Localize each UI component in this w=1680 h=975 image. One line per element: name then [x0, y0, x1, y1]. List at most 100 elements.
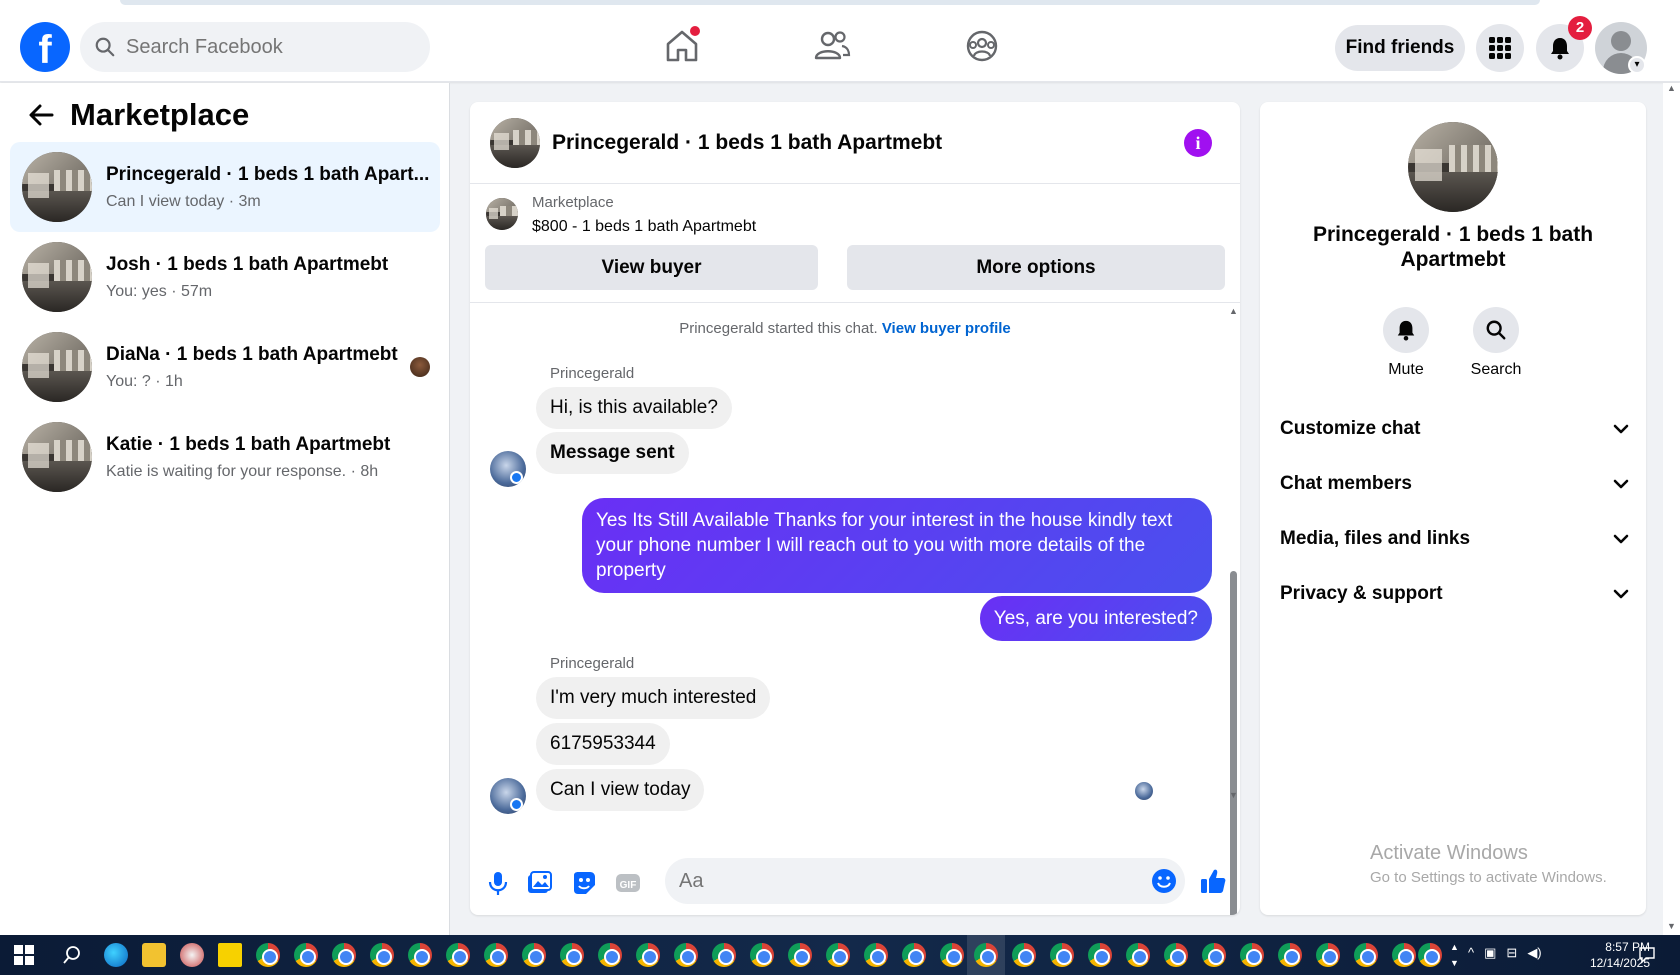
chrome-icon[interactable]: [484, 943, 508, 967]
back-arrow-icon[interactable]: [26, 100, 56, 130]
home-tab[interactable]: [662, 26, 702, 64]
message-input[interactable]: [665, 858, 1185, 904]
chat-profile-picture[interactable]: [1408, 122, 1498, 212]
taskbar-overflow-arrows[interactable]: ▲ ▼: [1450, 939, 1459, 971]
chrome-icon[interactable]: [1354, 943, 1378, 967]
taskbar-search-icon[interactable]: [62, 945, 82, 965]
listing-thumbnail: [22, 242, 92, 312]
conversation-item[interactable]: Katie · 1 beds 1 bath Apartmebt Katie is…: [10, 412, 440, 502]
incoming-message[interactable]: Hi, is this available?: [536, 387, 732, 429]
chrome-icon[interactable]: [1088, 943, 1112, 967]
chrome-icon[interactable]: [598, 943, 622, 967]
conversation-item[interactable]: DiaNa · 1 beds 1 bath Apartmebt You: ? ·…: [10, 322, 440, 412]
emoji-icon[interactable]: [1151, 868, 1177, 894]
search-action[interactable]: Search: [1456, 307, 1536, 379]
volume-icon[interactable]: ◀): [1527, 945, 1541, 961]
chrome-icon[interactable]: [1418, 943, 1442, 967]
scroll-down-icon[interactable]: ▼: [1229, 790, 1238, 800]
privacy-support-section[interactable]: Privacy & support: [1280, 576, 1630, 612]
chrome-icon[interactable]: [940, 943, 964, 967]
chrome-icon[interactable]: [294, 943, 318, 967]
chrome-icon[interactable]: [674, 943, 698, 967]
sender-name: Princegerald: [550, 365, 635, 382]
scroll-up-icon[interactable]: ▲: [1229, 306, 1238, 316]
chrome-icon[interactable]: [864, 943, 888, 967]
listing-summary[interactable]: Marketplace $800 - 1 beds 1 bath Apartme…: [486, 194, 756, 236]
chrome-icon[interactable]: [1012, 943, 1036, 967]
chrome-icon[interactable]: [974, 943, 998, 967]
chrome-icon[interactable]: [332, 943, 356, 967]
incoming-message[interactable]: 6175953344: [536, 723, 670, 765]
incoming-message[interactable]: Can I view today: [536, 769, 705, 811]
chrome-icon[interactable]: [750, 943, 774, 967]
conversation-name: DiaNa · 1 beds 1 bath Apartmebt: [106, 343, 398, 365]
scroll-down-icon[interactable]: ▼: [1667, 921, 1676, 931]
incoming-message[interactable]: Message sent: [536, 432, 689, 474]
chat-title[interactable]: Princegerald · 1 beds 1 bath Apartmebt: [552, 131, 942, 155]
chrome-icon[interactable]: [636, 943, 660, 967]
edge-icon[interactable]: [104, 943, 128, 967]
sender-avatar[interactable]: [490, 451, 526, 487]
more-options-button[interactable]: More options: [847, 245, 1225, 290]
info-icon[interactable]: i: [1184, 129, 1212, 157]
mute-action[interactable]: Mute: [1366, 307, 1446, 379]
chrome-icon[interactable]: [1278, 943, 1302, 967]
taskbar-clock[interactable]: 8:57 PM 12/14/2025: [1560, 939, 1650, 971]
page-scrollbar[interactable]: ▲ ▼: [1663, 83, 1680, 935]
facebook-logo[interactable]: f: [20, 22, 70, 72]
customize-chat-section[interactable]: Customize chat: [1280, 411, 1630, 447]
chrome-icon[interactable]: [712, 943, 736, 967]
tray-chevron-up-icon[interactable]: ^: [1468, 945, 1474, 961]
chrome-icon[interactable]: [902, 943, 926, 967]
file-explorer-icon[interactable]: [142, 943, 166, 967]
chrome-icon[interactable]: [370, 943, 394, 967]
chrome-icon[interactable]: [256, 943, 280, 967]
menu-button[interactable]: [1476, 24, 1524, 72]
chrome-icon[interactable]: [1316, 943, 1340, 967]
chrome-icon[interactable]: [1126, 943, 1150, 967]
incoming-message[interactable]: I'm very much interested: [536, 677, 771, 719]
chrome-icon[interactable]: [1202, 943, 1226, 967]
chrome-icon[interactable]: [408, 943, 432, 967]
chrome-icon[interactable]: [560, 943, 584, 967]
gif-icon[interactable]: GIF: [614, 869, 642, 897]
view-buyer-button[interactable]: View buyer: [485, 245, 818, 290]
thumbs-up-icon[interactable]: [1198, 866, 1228, 896]
sticker-icon[interactable]: [570, 869, 598, 897]
outgoing-message[interactable]: Yes Its Still Available Thanks for your …: [582, 498, 1212, 593]
chrome-icon[interactable]: [1164, 943, 1188, 967]
outgoing-message[interactable]: Yes, are you interested?: [979, 596, 1212, 641]
chat-avatar[interactable]: [490, 117, 540, 168]
chrome-icon[interactable]: [446, 943, 470, 967]
sender-avatar[interactable]: [490, 778, 526, 814]
photo-icon[interactable]: [525, 869, 553, 897]
action-center-icon[interactable]: [1638, 946, 1656, 964]
conversation-item[interactable]: Josh · 1 beds 1 bath Apartmebt You: yes …: [10, 232, 440, 322]
search-in-chat-button[interactable]: [1473, 307, 1519, 353]
search-input[interactable]: [126, 35, 406, 59]
sticky-notes-icon[interactable]: [218, 943, 242, 967]
chrome-icon[interactable]: [1050, 943, 1074, 967]
scroll-up-icon[interactable]: ▲: [1667, 83, 1676, 93]
chrome-icon[interactable]: [826, 943, 850, 967]
microphone-icon[interactable]: [484, 869, 512, 897]
chrome-icon[interactable]: [1392, 943, 1416, 967]
network-icon[interactable]: ⊟: [1506, 945, 1517, 961]
paint-icon[interactable]: [180, 943, 204, 967]
chat-members-section[interactable]: Chat members: [1280, 466, 1630, 502]
chevron-down-icon[interactable]: ▾: [1628, 56, 1646, 74]
chrome-icon[interactable]: [788, 943, 812, 967]
find-friends-button[interactable]: Find friends: [1335, 25, 1465, 71]
conversation-item[interactable]: Princegerald · 1 beds 1 bath Apart... Ca…: [10, 142, 440, 232]
media-files-links-section[interactable]: Media, files and links: [1280, 521, 1630, 557]
chat-scrollbar[interactable]: ▲ ▼: [1227, 306, 1240, 915]
chrome-icon[interactable]: [1240, 943, 1264, 967]
groups-tab[interactable]: [962, 28, 1002, 64]
windows-start-icon[interactable]: [14, 945, 34, 965]
mute-button[interactable]: [1383, 307, 1429, 353]
friends-tab[interactable]: [812, 28, 852, 64]
chrome-icon[interactable]: [522, 943, 546, 967]
tray-device-icon[interactable]: ▣: [1484, 945, 1496, 961]
view-buyer-profile-link[interactable]: View buyer profile: [882, 320, 1011, 337]
search-bar[interactable]: [80, 22, 430, 72]
